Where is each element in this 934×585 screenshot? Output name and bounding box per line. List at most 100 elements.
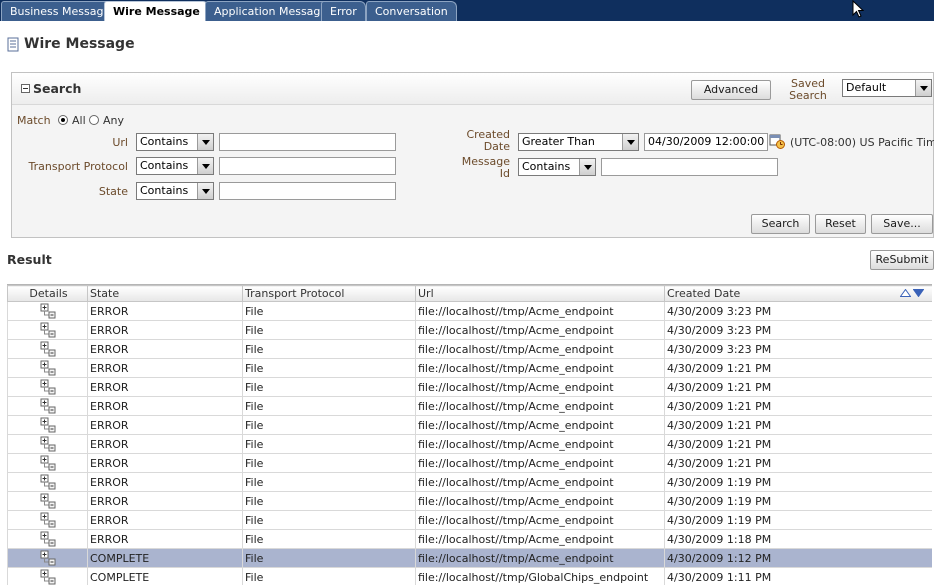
url-cell: file://localhost//tmp/Acme_endpoint <box>415 548 665 568</box>
collapse-icon[interactable] <box>21 84 30 93</box>
table-row[interactable]: COMPLETE File file://localhost//tmp/Glob… <box>7 567 932 585</box>
message-id-operator-select[interactable]: Contains <box>518 158 596 176</box>
created-date-input[interactable]: 04/30/2009 12:00:00 AM <box>644 133 768 151</box>
table-row[interactable]: ERROR File file://localhost//tmp/Acme_en… <box>7 377 932 397</box>
details-cell[interactable] <box>7 320 88 340</box>
page-title-text: Wire Message <box>24 36 135 52</box>
expand-details-icon[interactable] <box>40 569 56 585</box>
transport-protocol-cell: File <box>242 377 416 397</box>
url-cell: file://localhost//tmp/Acme_endpoint <box>415 529 665 549</box>
column-header-created-date[interactable]: Created Date <box>664 285 932 302</box>
table-row[interactable]: ERROR File file://localhost//tmp/Acme_en… <box>7 339 932 359</box>
details-cell[interactable] <box>7 491 88 511</box>
details-cell[interactable] <box>7 453 88 473</box>
details-cell[interactable] <box>7 396 88 416</box>
expand-details-icon[interactable] <box>40 417 56 433</box>
tab-business-message[interactable]: Business Message <box>1 1 120 21</box>
details-cell[interactable] <box>7 415 88 435</box>
url-cell: file://localhost//tmp/Acme_endpoint <box>415 453 665 473</box>
sort-ascending-icon[interactable] <box>900 289 911 297</box>
expand-details-icon[interactable] <box>40 379 56 395</box>
table-row[interactable]: ERROR File file://localhost//tmp/Acme_en… <box>7 434 932 454</box>
transport-protocol-operator-select[interactable]: Contains <box>136 157 214 175</box>
tab-label: Business Message <box>10 5 111 18</box>
expand-details-icon[interactable] <box>40 550 56 566</box>
url-input[interactable] <box>219 133 396 151</box>
resubmit-button[interactable]: ReSubmit <box>870 250 934 270</box>
expand-details-icon[interactable] <box>40 322 56 338</box>
table-row[interactable]: ERROR File file://localhost//tmp/Acme_en… <box>7 320 932 340</box>
calendar-icon[interactable] <box>769 133 785 149</box>
match-all-radio[interactable] <box>58 115 68 125</box>
chevron-down-icon <box>579 159 595 175</box>
expand-details-icon[interactable] <box>40 512 56 528</box>
tab-bar: Business Message Wire Message Applicatio… <box>0 0 934 21</box>
details-cell[interactable] <box>7 434 88 454</box>
state-operator-select[interactable]: Contains <box>136 182 214 200</box>
advanced-button[interactable]: Advanced <box>691 80 771 100</box>
table-row[interactable]: ERROR File file://localhost//tmp/Acme_en… <box>7 453 932 473</box>
details-cell[interactable] <box>7 529 88 549</box>
expand-details-icon[interactable] <box>40 341 56 357</box>
details-cell[interactable] <box>7 377 88 397</box>
table-row[interactable]: ERROR File file://localhost//tmp/Acme_en… <box>7 529 932 549</box>
details-cell[interactable] <box>7 358 88 378</box>
expand-details-icon[interactable] <box>40 455 56 471</box>
state-cell: ERROR <box>87 491 243 511</box>
table-row[interactable]: ERROR File file://localhost//tmp/Acme_en… <box>7 301 932 321</box>
column-header-url[interactable]: Url <box>415 285 665 302</box>
url-cell: file://localhost//tmp/Acme_endpoint <box>415 434 665 454</box>
column-header-state[interactable]: State <box>87 285 243 302</box>
expand-details-icon[interactable] <box>40 398 56 414</box>
expand-details-icon[interactable] <box>40 531 56 547</box>
table-row[interactable]: ERROR File file://localhost//tmp/Acme_en… <box>7 472 932 492</box>
table-row[interactable]: ERROR File file://localhost//tmp/Acme_en… <box>7 396 932 416</box>
details-cell[interactable] <box>7 567 88 585</box>
reset-button[interactable]: Reset <box>815 214 866 234</box>
details-cell[interactable] <box>7 339 88 359</box>
match-any-radio[interactable] <box>89 115 99 125</box>
message-id-input[interactable] <box>601 158 778 176</box>
expand-details-icon[interactable] <box>40 474 56 490</box>
transport-protocol-cell: File <box>242 320 416 340</box>
sort-descending-icon[interactable] <box>913 289 924 297</box>
table-row[interactable]: ERROR File file://localhost//tmp/Acme_en… <box>7 415 932 435</box>
details-cell[interactable] <box>7 301 88 321</box>
url-operator-select[interactable]: Contains <box>136 133 214 151</box>
details-cell[interactable] <box>7 510 88 530</box>
document-icon <box>7 37 19 51</box>
chevron-down-icon <box>915 80 931 96</box>
created-date-cell: 4/30/2009 3:23 PM <box>664 339 932 359</box>
expand-details-icon[interactable] <box>40 493 56 509</box>
expand-details-icon[interactable] <box>40 436 56 452</box>
table-row[interactable]: ERROR File file://localhost//tmp/Acme_en… <box>7 358 932 378</box>
tab-error[interactable]: Error <box>321 1 366 21</box>
transport-protocol-input[interactable] <box>219 157 396 175</box>
transport-protocol-cell: File <box>242 567 416 585</box>
details-cell[interactable] <box>7 548 88 568</box>
created-date-operator-select[interactable]: Greater Than <box>518 133 639 151</box>
tab-label: Error <box>330 5 357 18</box>
column-header-transport-protocol[interactable]: Transport Protocol <box>242 285 416 302</box>
url-cell: file://localhost//tmp/Acme_endpoint <box>415 301 665 321</box>
column-header-details[interactable]: Details <box>7 285 88 302</box>
table-row[interactable]: ERROR File file://localhost//tmp/Acme_en… <box>7 491 932 511</box>
search-title: Search <box>33 81 82 96</box>
search-button[interactable]: Search <box>751 214 810 234</box>
transport-protocol-label: Transport Protocol <box>28 160 128 173</box>
expand-details-icon[interactable] <box>40 303 56 319</box>
tab-application-message[interactable]: Application Message <box>205 1 337 21</box>
state-cell: ERROR <box>87 510 243 530</box>
save-button[interactable]: Save... <box>871 214 933 234</box>
state-label: State <box>98 185 128 198</box>
table-row[interactable]: ERROR File file://localhost//tmp/Acme_en… <box>7 510 932 530</box>
tab-conversation[interactable]: Conversation <box>366 1 457 21</box>
details-cell[interactable] <box>7 472 88 492</box>
state-input[interactable] <box>219 182 396 200</box>
table-row[interactable]: COMPLETE File file://localhost//tmp/Acme… <box>7 548 932 568</box>
sort-controls <box>900 289 924 297</box>
expand-details-icon[interactable] <box>40 360 56 376</box>
saved-search-select[interactable]: Default <box>842 79 932 97</box>
transport-protocol-cell: File <box>242 301 416 321</box>
tab-wire-message[interactable]: Wire Message <box>104 1 209 21</box>
